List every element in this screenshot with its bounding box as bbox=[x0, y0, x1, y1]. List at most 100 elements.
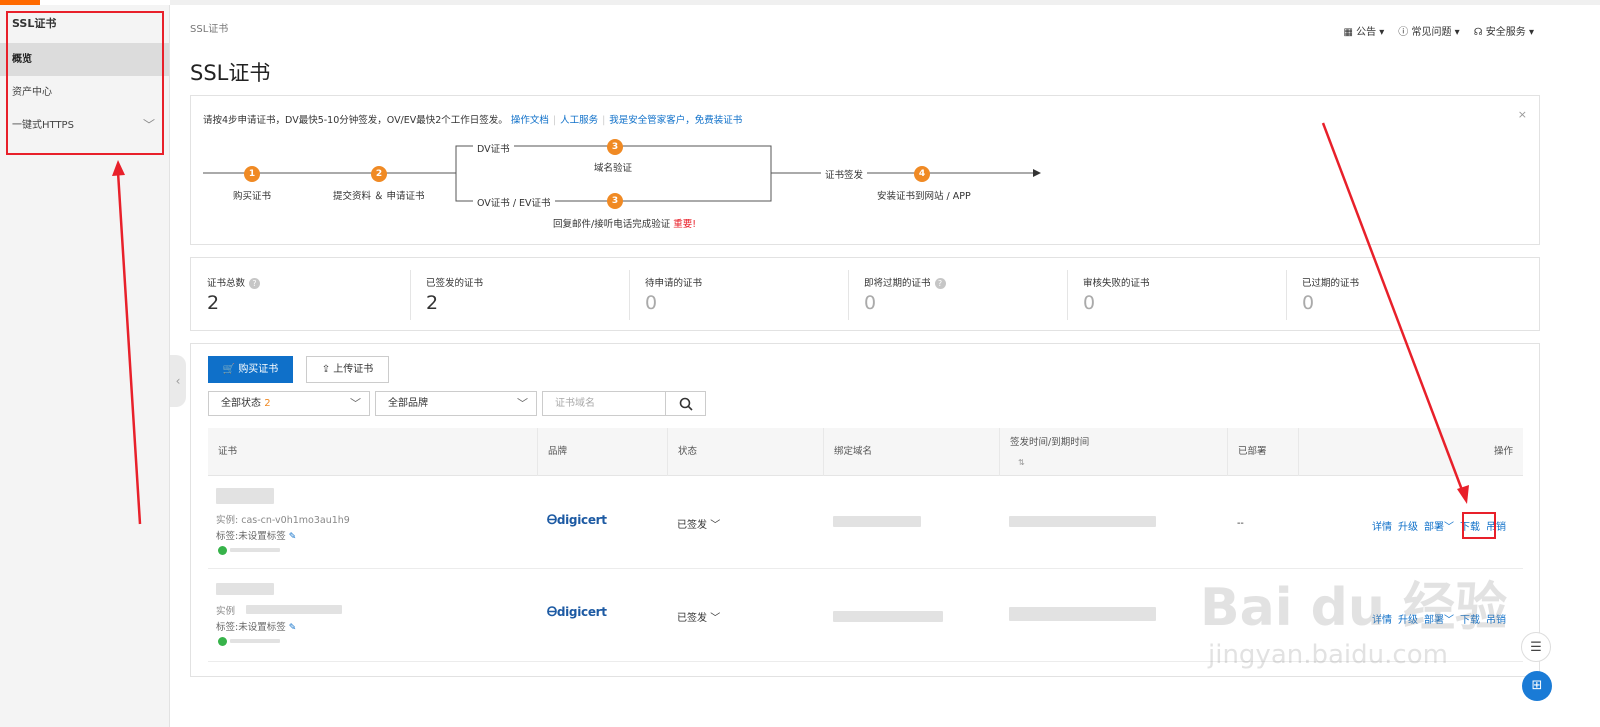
stat-expiring: 即将过期的证书? 0 bbox=[848, 258, 1067, 332]
details-link[interactable]: 详情 bbox=[1372, 615, 1392, 626]
cart-icon: 🛒 bbox=[222, 364, 236, 375]
brand-name: digicert bbox=[556, 513, 607, 527]
table-row: 实例 标签:未设置标签 ✎ Ꮎdigicert 已签发 ﹀ 详情 升级 部署﹀ 下载 吊销 bbox=[208, 569, 1523, 662]
shield-check-icon bbox=[218, 546, 227, 555]
upgrade-link[interactable]: 升级 bbox=[1398, 615, 1418, 626]
edit-icon[interactable]: ✎ bbox=[289, 532, 297, 542]
upgrade-link[interactable]: 升级 bbox=[1398, 522, 1418, 533]
shield-check-icon bbox=[218, 637, 227, 646]
buy-certificate-button[interactable]: 🛒 购买证书 bbox=[208, 356, 293, 383]
help-icon[interactable]: ? bbox=[934, 278, 946, 289]
ovev-label: OV证书 / EV证书 bbox=[473, 195, 555, 209]
brand-filter-value: 全部品牌 bbox=[388, 398, 428, 409]
tag-text: 标签:未设置标签 bbox=[216, 531, 286, 542]
step-3a-badge: 3 bbox=[607, 139, 623, 155]
chevron-down-icon: ﹀ bbox=[1444, 615, 1454, 626]
chevron-down-icon: ﹀ bbox=[517, 397, 528, 410]
stat-value[interactable]: 2 bbox=[207, 292, 219, 314]
step-3b-badge: 3 bbox=[607, 193, 623, 209]
step-1-label: 购买证书 bbox=[233, 191, 272, 202]
apps-grid-icon: ⊞ bbox=[1531, 678, 1543, 693]
chevron-down-icon: ﹀ bbox=[1444, 522, 1454, 533]
status-text: 已签发 bbox=[677, 613, 707, 624]
step-4-badge: 4 bbox=[914, 166, 930, 182]
stat-value[interactable]: 0 bbox=[645, 292, 657, 314]
instance-id-redacted bbox=[246, 605, 342, 614]
stat-label: 即将过期的证书? bbox=[864, 275, 946, 289]
status-dropdown[interactable]: 已签发 ﹀ bbox=[677, 609, 720, 624]
help-icon[interactable]: ? bbox=[249, 278, 261, 289]
status-dropdown[interactable]: 已签发 ﹀ bbox=[677, 516, 720, 531]
issue-label: 证书签发 bbox=[821, 167, 868, 181]
column-header-deployed: 已部署 bbox=[1227, 428, 1298, 476]
stat-label-text: 即将过期的证书 bbox=[864, 278, 931, 289]
chat-button[interactable]: ☰ bbox=[1521, 632, 1551, 662]
question-icon: ⓘ bbox=[1398, 27, 1409, 38]
stat-label-text: 证书总数 bbox=[207, 278, 246, 289]
chevron-down-icon: ﹀ bbox=[710, 613, 721, 624]
certificate-table: 证书 品牌 状态 绑定域名 签发时间/到期时间 ⇅ 已部署 操作 实例: cas… bbox=[208, 428, 1523, 662]
buy-button-label: 购买证书 bbox=[238, 364, 279, 375]
domain-search-input[interactable] bbox=[542, 391, 666, 416]
status-filter-count: 2 bbox=[264, 398, 271, 409]
step-1-badge: 1 bbox=[244, 166, 260, 182]
stat-pending: 待申请的证书 0 bbox=[629, 258, 848, 332]
search-button[interactable] bbox=[665, 391, 706, 416]
caret-down-icon: ▾ bbox=[1379, 27, 1385, 38]
column-header-domain: 绑定域名 bbox=[823, 428, 999, 476]
step-3b-label: 回复邮件/接听电话完成验证 重要! bbox=[553, 216, 696, 230]
upload-certificate-button[interactable]: ⇪ 上传证书 bbox=[306, 356, 389, 383]
sort-icon[interactable]: ⇅ bbox=[1018, 458, 1025, 468]
bound-domain-redacted bbox=[833, 516, 921, 527]
status-filter-value: 全部状态 bbox=[221, 398, 261, 409]
revoke-link[interactable]: 吊销 bbox=[1486, 615, 1506, 626]
breadcrumb[interactable]: SSL证书 bbox=[190, 20, 228, 35]
redacted-text bbox=[230, 639, 280, 643]
apps-button[interactable]: ⊞ bbox=[1522, 671, 1552, 701]
stat-label: 已签发的证书 bbox=[426, 278, 484, 289]
redacted-text bbox=[230, 548, 280, 552]
announcement-label: 公告 bbox=[1356, 27, 1377, 38]
instance-id: 实例: cas-cn-v0h1mo3au1h9 bbox=[216, 515, 350, 526]
header-links: ▦ 公告 ▾ ⓘ 常见问题 ▾ ☊ 安全服务 ▾ bbox=[1343, 23, 1534, 38]
stat-value[interactable]: 2 bbox=[426, 292, 438, 314]
stat-label: 审核失败的证书 bbox=[1083, 278, 1150, 289]
certificate-name-redacted bbox=[216, 583, 274, 595]
download-link[interactable]: 下载 bbox=[1460, 615, 1480, 626]
dv-label: DV证书 bbox=[473, 141, 514, 155]
instance-id: 实例 bbox=[216, 606, 236, 617]
upload-button-label: 上传证书 bbox=[333, 364, 374, 375]
dates-redacted bbox=[1009, 607, 1156, 621]
stat-value[interactable]: 0 bbox=[1083, 292, 1095, 314]
column-header-dates[interactable]: 签发时间/到期时间 ⇅ bbox=[999, 428, 1227, 476]
faq-link[interactable]: ⓘ 常见问题 ▾ bbox=[1398, 23, 1459, 38]
certificate-list: 🛒 购买证书 ⇪ 上传证书 全部状态 2 ﹀ 全部品牌 ﹀ 证书 品牌 状态 绑… bbox=[190, 343, 1540, 677]
row-actions: 详情 升级 部署﹀ 下载 吊销 bbox=[1366, 611, 1506, 626]
application-guide: 请按4步申请证书，DV最快5-10分钟签发，OV/EV最快2个工作日签发。 操作… bbox=[190, 95, 1540, 245]
deploy-link[interactable]: 部署﹀ bbox=[1424, 522, 1454, 533]
chevron-down-icon: ﹀ bbox=[350, 397, 361, 410]
bound-domain-redacted bbox=[833, 611, 943, 622]
brand-filter-select[interactable]: 全部品牌 ﹀ bbox=[375, 391, 537, 416]
calendar-icon: ▦ bbox=[1343, 27, 1353, 38]
announcement-link[interactable]: ▦ 公告 ▾ bbox=[1343, 23, 1384, 38]
stat-issued: 已签发的证书 2 bbox=[410, 258, 629, 332]
column-header-actions: 操作 bbox=[1298, 428, 1523, 476]
digicert-logo: Ꮎdigicert bbox=[547, 513, 607, 528]
deploy-link[interactable]: 部署﹀ bbox=[1424, 615, 1454, 626]
security-service-link[interactable]: ☊ 安全服务 ▾ bbox=[1474, 23, 1534, 38]
stats-panel: 证书总数? 2 已签发的证书 2 待申请的证书 0 即将过期的证书? 0 审核失… bbox=[190, 257, 1540, 331]
deploy-label: 部署 bbox=[1424, 522, 1444, 533]
table-header: 证书 品牌 状态 绑定域名 签发时间/到期时间 ⇅ 已部署 操作 bbox=[208, 428, 1523, 476]
stat-value[interactable]: 0 bbox=[864, 292, 876, 314]
column-header-status: 状态 bbox=[667, 428, 823, 476]
security-service-label: 安全服务 bbox=[1485, 27, 1526, 38]
edit-icon[interactable]: ✎ bbox=[289, 623, 297, 633]
stat-value[interactable]: 0 bbox=[1302, 292, 1314, 314]
status-filter-select[interactable]: 全部状态 2 ﹀ bbox=[208, 391, 370, 416]
details-link[interactable]: 详情 bbox=[1372, 522, 1392, 533]
stat-label: 待申请的证书 bbox=[645, 278, 703, 289]
table-row: 实例: cas-cn-v0h1mo3au1h9 标签:未设置标签 ✎ Ꮎdigic… bbox=[208, 476, 1523, 569]
step-4-label: 安装证书到网站 / APP bbox=[877, 191, 971, 202]
sidebar-collapse-toggle[interactable]: ‹ bbox=[170, 355, 186, 407]
